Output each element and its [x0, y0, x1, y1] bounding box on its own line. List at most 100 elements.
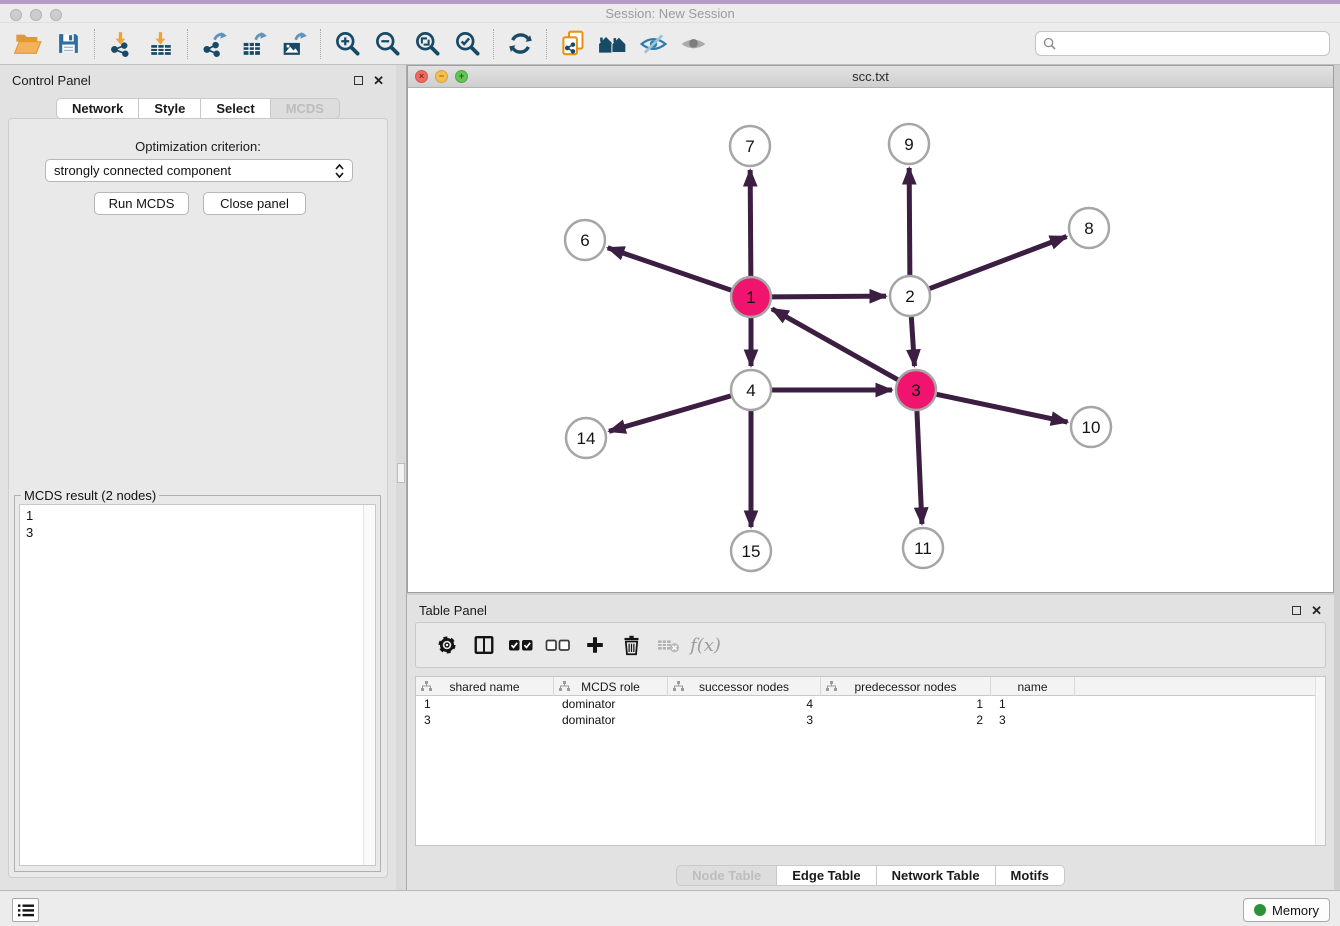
- table-panel-title: Table Panel: [419, 603, 487, 618]
- graph-edge-1-2[interactable]: [772, 296, 886, 297]
- graph-edge-3-10[interactable]: [937, 394, 1068, 422]
- network-canvas[interactable]: 1234678910111415: [408, 88, 1333, 592]
- table-scrollbar[interactable]: [1315, 677, 1325, 845]
- float-panel-button[interactable]: [354, 76, 363, 85]
- network-window-titlebar[interactable]: × − + scc.txt: [408, 66, 1333, 88]
- app-title: Session: New Session: [605, 6, 734, 21]
- unchecked-checkboxes-icon: [545, 636, 571, 654]
- graph-edge-2-9[interactable]: [909, 168, 910, 275]
- open-folder-icon: [14, 31, 42, 57]
- tab-select[interactable]: Select: [200, 98, 270, 119]
- mcds-result-textarea[interactable]: 1 3: [19, 504, 376, 866]
- save-session-button[interactable]: [48, 26, 88, 62]
- export-image-button[interactable]: [274, 26, 314, 62]
- graph-node-label: 15: [742, 542, 761, 561]
- criterion-value: strongly connected component: [54, 163, 231, 178]
- graph-edge-1-6[interactable]: [608, 248, 731, 290]
- memory-label: Memory: [1272, 903, 1319, 918]
- close-table-panel-button[interactable]: ✕: [1311, 604, 1322, 617]
- duplicate-network-button[interactable]: [553, 26, 593, 62]
- status-bar: Memory: [0, 890, 1340, 926]
- table-toolbar: f(x): [415, 622, 1326, 668]
- delete-table-icon: [656, 634, 682, 656]
- plus-icon: [584, 634, 606, 656]
- zoom-selected-button[interactable]: [447, 26, 487, 62]
- task-history-button[interactable]: [12, 898, 39, 922]
- toolbar-separator: [546, 29, 547, 59]
- tab-network[interactable]: Network: [56, 98, 139, 119]
- graph-node-label: 11: [914, 539, 932, 558]
- hide-all-columns-button[interactable]: [539, 626, 576, 664]
- graph-node-label: 4: [746, 381, 755, 400]
- toolbar-separator: [320, 29, 321, 59]
- column-header-shared-name[interactable]: shared name: [416, 677, 554, 696]
- run-mcds-button[interactable]: Run MCDS: [94, 192, 189, 215]
- import-table-button[interactable]: [141, 26, 181, 62]
- search-input[interactable]: [1061, 36, 1322, 51]
- show-all-button[interactable]: [673, 26, 713, 62]
- table-row[interactable]: 1dominator411: [416, 696, 1325, 712]
- column-header-successor-nodes[interactable]: successor nodes: [668, 677, 821, 696]
- graph-edge-3-11[interactable]: [917, 411, 922, 524]
- hide-selected-button[interactable]: [633, 26, 673, 62]
- export-table-icon: [241, 31, 268, 57]
- close-network-button[interactable]: ×: [415, 70, 428, 83]
- maximize-window-button[interactable]: [50, 9, 62, 21]
- tab-mcds[interactable]: MCDS: [270, 98, 340, 119]
- zoom-out-icon: [374, 30, 401, 57]
- tab-node-table[interactable]: Node Table: [676, 865, 777, 886]
- control-panel-title: Control Panel: [12, 73, 91, 88]
- refresh-layout-button[interactable]: [500, 26, 540, 62]
- graph-edge-1-7[interactable]: [750, 170, 751, 276]
- create-column-button[interactable]: [576, 626, 613, 664]
- split-panel-button[interactable]: [465, 626, 502, 664]
- import-network-button[interactable]: [101, 26, 141, 62]
- table-settings-button[interactable]: [428, 626, 465, 664]
- tab-motifs[interactable]: Motifs: [995, 865, 1065, 886]
- houses-icon: [598, 31, 628, 57]
- export-network-button[interactable]: [194, 26, 234, 62]
- mcds-result-legend: MCDS result (2 nodes): [21, 488, 159, 503]
- minimize-network-button[interactable]: −: [435, 70, 448, 83]
- open-session-button[interactable]: [8, 26, 48, 62]
- first-neighbors-button[interactable]: [593, 26, 633, 62]
- close-window-button[interactable]: [10, 9, 22, 21]
- zoom-out-button[interactable]: [367, 26, 407, 62]
- float-table-panel-button[interactable]: [1292, 606, 1301, 615]
- zoom-selected-icon: [454, 30, 481, 57]
- graph-edge-4-14[interactable]: [609, 396, 731, 431]
- show-all-columns-button[interactable]: [502, 626, 539, 664]
- export-image-icon: [281, 31, 308, 57]
- zoom-in-button[interactable]: [327, 26, 367, 62]
- graph-node-label: 6: [580, 231, 589, 250]
- close-panel-button[interactable]: ✕: [373, 74, 384, 87]
- import-network-icon: [108, 31, 134, 57]
- zoom-fit-button[interactable]: [407, 26, 447, 62]
- tab-style[interactable]: Style: [138, 98, 201, 119]
- optimization-criterion-label: Optimization criterion:: [0, 139, 396, 154]
- table-row[interactable]: 3dominator323: [416, 712, 1325, 728]
- graph-edge-2-8[interactable]: [930, 237, 1067, 289]
- column-header-predecessor-nodes[interactable]: predecessor nodes: [821, 677, 991, 696]
- delete-column-button[interactable]: [613, 626, 650, 664]
- column-header-name[interactable]: name: [991, 677, 1075, 696]
- criterion-dropdown[interactable]: strongly connected component: [45, 159, 353, 182]
- tab-edge-table[interactable]: Edge Table: [776, 865, 876, 886]
- result-scrollbar[interactable]: [363, 505, 375, 865]
- import-table-icon: [148, 31, 174, 57]
- trash-icon: [621, 634, 642, 656]
- fx-icon: f(x): [690, 635, 721, 656]
- graph-edge-2-3[interactable]: [911, 317, 914, 366]
- minimize-window-button[interactable]: [30, 9, 42, 21]
- control-panel-tabs: NetworkStyleSelectMCDS: [0, 98, 396, 119]
- maximize-network-button[interactable]: +: [455, 70, 468, 83]
- tab-network-table[interactable]: Network Table: [876, 865, 996, 886]
- search-box[interactable]: [1035, 31, 1330, 56]
- mcds-result-group: MCDS result (2 nodes) 1 3: [14, 495, 381, 872]
- column-header-MCDS-role[interactable]: MCDS role: [554, 677, 668, 696]
- splitter-grip[interactable]: [397, 463, 405, 483]
- memory-button[interactable]: Memory: [1243, 898, 1330, 922]
- close-panel-action-button[interactable]: Close panel: [203, 192, 306, 215]
- export-table-button[interactable]: [234, 26, 274, 62]
- graph-edge-3-1[interactable]: [772, 309, 898, 380]
